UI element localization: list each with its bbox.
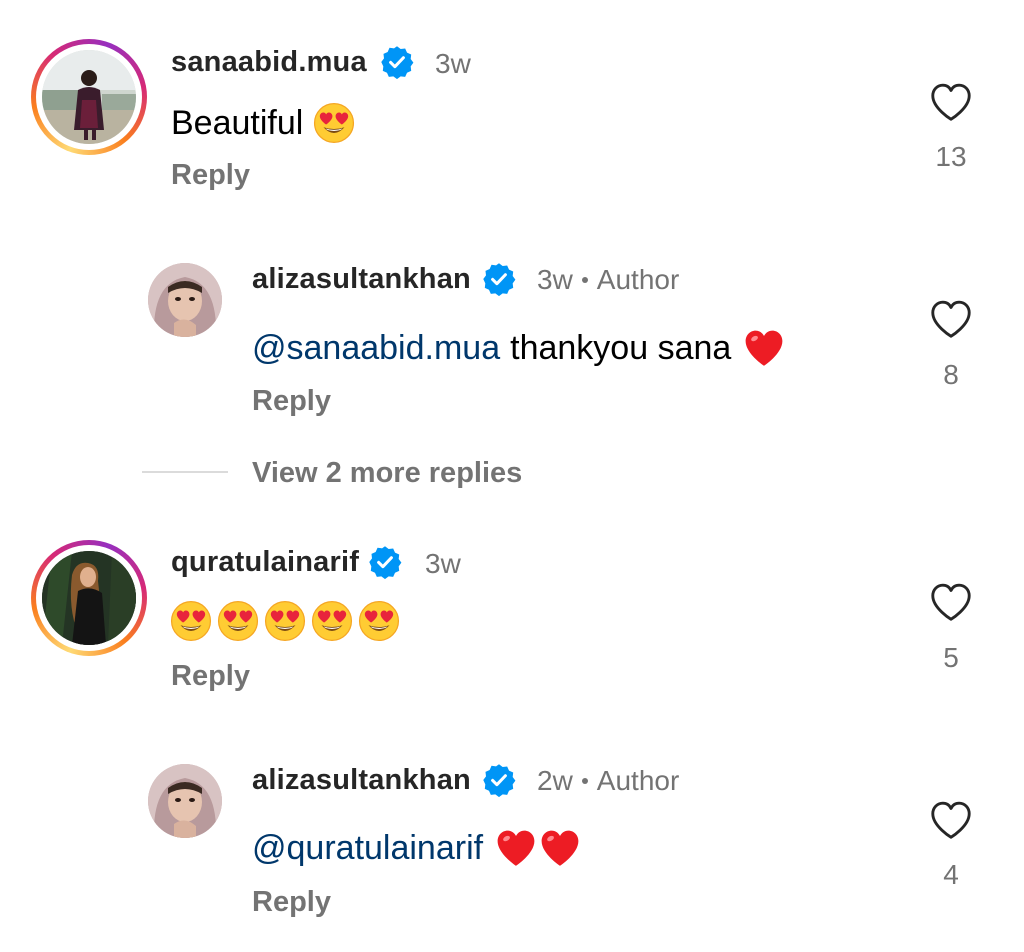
red-heart-emoji [495,827,537,869]
comment-meta: 2w Author [537,767,679,795]
verified-badge-icon [368,545,402,579]
comment-username[interactable]: sanaabid.mua [171,48,367,77]
comment-text: @quratulainarif [252,827,581,869]
author-label: Author [596,264,680,295]
comment-body: thankyou sana [510,329,732,367]
comment-body: Beautiful [171,104,304,142]
reply-button[interactable]: Reply [171,662,250,691]
comment-text [170,600,400,642]
comment-username[interactable]: quratulainarif [171,548,359,577]
avatar-photo-icon [148,764,222,838]
separator-dot [581,777,588,784]
mention-link[interactable]: @sanaabid.mua [252,331,500,365]
avatar-photo-icon [148,263,222,337]
red-heart-emoji [539,827,581,869]
comment-username[interactable]: alizasultankhan [252,766,471,795]
author-label: Author [596,765,680,796]
like-count: 13 [935,141,967,172]
reply-button[interactable]: Reply [171,161,250,190]
divider-line [142,471,228,473]
comment-timestamp: 3w [435,48,471,79]
like-count: 5 [943,642,959,673]
heart-outline-icon[interactable] [928,579,974,625]
avatar-photo-icon [42,50,136,144]
heart-eyes-emoji [358,600,400,642]
like-count: 4 [943,859,959,890]
avatar[interactable] [148,764,222,838]
separator-dot [581,276,588,283]
verified-badge-icon [380,45,414,79]
avatar[interactable] [148,263,222,337]
heart-eyes-emoji [311,600,353,642]
reply-button[interactable]: Reply [252,387,331,416]
red-heart-emoji [743,327,785,369]
comment-username[interactable]: alizasultankhan [252,265,471,294]
verified-badge-icon [482,763,516,797]
heart-outline-icon[interactable] [928,296,974,342]
avatar[interactable] [42,551,136,645]
view-more-replies-button[interactable]: View 2 more replies [252,459,522,488]
like-count: 8 [943,359,959,390]
comment-text: Beautiful [171,102,355,144]
heart-eyes-emoji [217,600,259,642]
verified-badge-icon [482,262,516,296]
heart-outline-icon[interactable] [928,79,974,125]
heart-eyes-emoji [313,102,355,144]
heart-outline-icon[interactable] [928,797,974,843]
reply-button[interactable]: Reply [252,888,331,917]
avatar-photo-icon [42,551,136,645]
avatar[interactable] [42,50,136,144]
heart-eyes-emoji [170,600,212,642]
comment-meta: 3w Author [537,266,679,294]
comment-text: @sanaabid.mua thankyou sana [252,327,785,369]
mention-link[interactable]: @quratulainarif [252,831,483,865]
comment-timestamp: 2w [537,765,573,796]
comment-timestamp: 3w [425,548,461,579]
comment-timestamp: 3w [537,264,573,295]
heart-eyes-emoji [264,600,306,642]
